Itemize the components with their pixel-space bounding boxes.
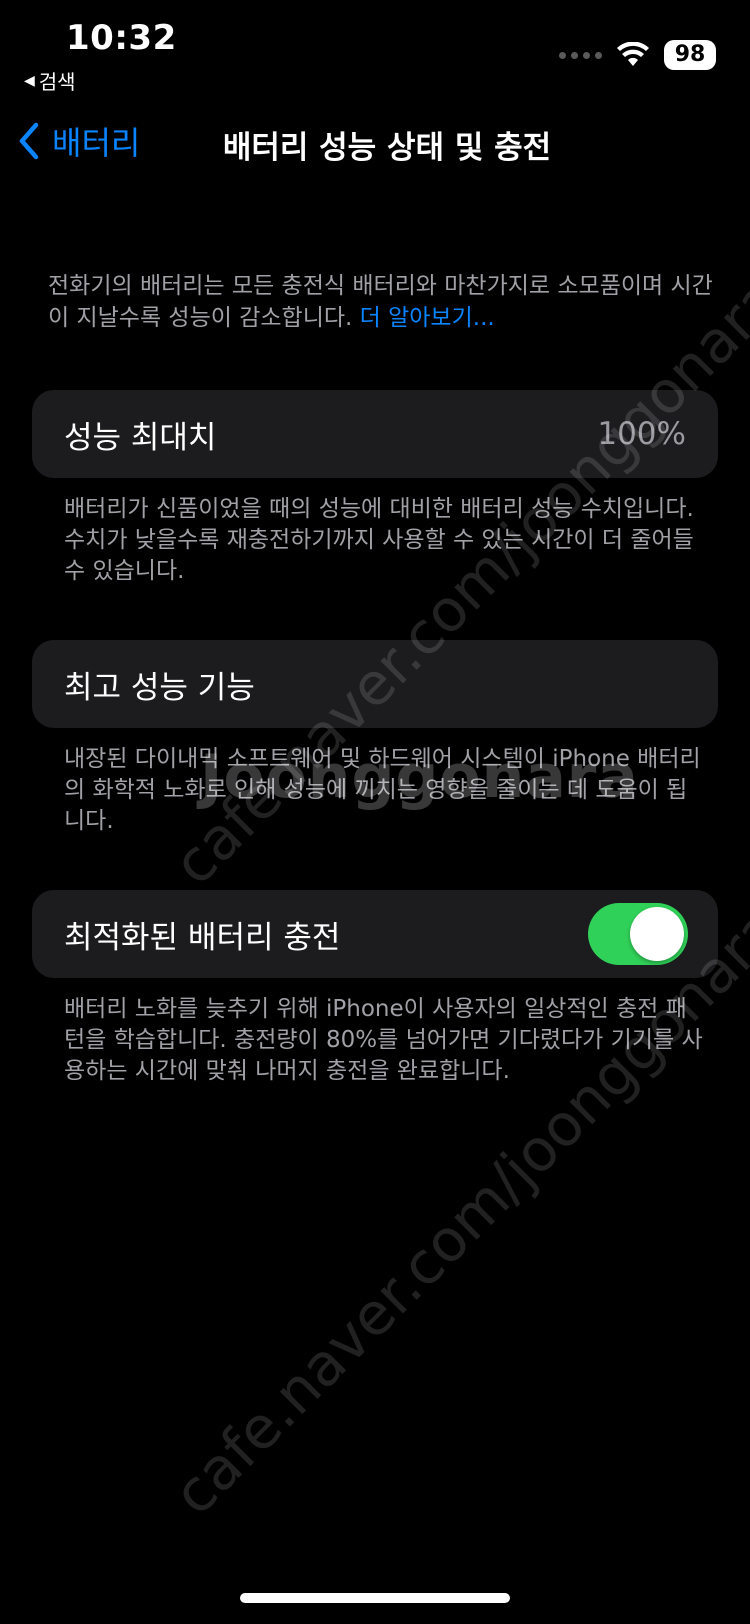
optimized-charging-toggle[interactable] [588, 903, 688, 965]
toggle-knob [630, 907, 684, 961]
optimized-charging-row: 최적화된 배터리 충전 [32, 890, 718, 978]
battery-level-badge: 98 [664, 40, 716, 70]
maximum-capacity-row: 성능 최대치 100% [32, 390, 718, 478]
maximum-capacity-label: 성능 최대치 [64, 419, 217, 456]
back-triangle-icon: ◀ [24, 72, 35, 89]
maximum-capacity-footnote: 배터리가 신품이었을 때의 성능에 대비한 배터리 성능 수치입니다. 수치가 … [64, 496, 694, 584]
optimized-charging-footnote: 배터리 노화를 늦추기 위해 iPhone이 사용자의 일상적인 충전 패턴을 … [64, 996, 703, 1084]
watermark-brand: Joonggonara [200, 742, 639, 812]
status-back-to-app[interactable]: ◀ 검색 [24, 66, 76, 95]
peak-performance-label: 최고 성능 기능 [64, 669, 255, 706]
status-time: 10:32 [66, 18, 177, 58]
status-indicators: 98 [559, 40, 716, 70]
status-back-label: 검색 [38, 70, 76, 94]
wifi-icon [617, 42, 649, 66]
home-indicator[interactable] [240, 1593, 510, 1603]
signal-dots-icon [559, 51, 602, 59]
learn-more-link[interactable]: 더 알아보기... [360, 305, 495, 331]
maximum-capacity-value: 100% [597, 416, 686, 452]
watermark-url-2: cafe.naver.com/joonggonara [160, 893, 750, 1529]
peak-performance-row: 최고 성능 기능 [32, 640, 718, 728]
page-title: 배터리 성능 상태 및 충전 [222, 130, 552, 166]
intro-text: 전화기의 배터리는 모든 충전식 배터리와 마찬가지로 소모품이며 시간이 지날… [48, 270, 718, 334]
optimized-charging-label: 최적화된 배터리 충전 [64, 919, 341, 956]
battery-health-screen: 10:32 ◀ 검색 98 배터리 배터리 성능 상태 및 충전 전화기의 배터… [0, 0, 750, 1624]
